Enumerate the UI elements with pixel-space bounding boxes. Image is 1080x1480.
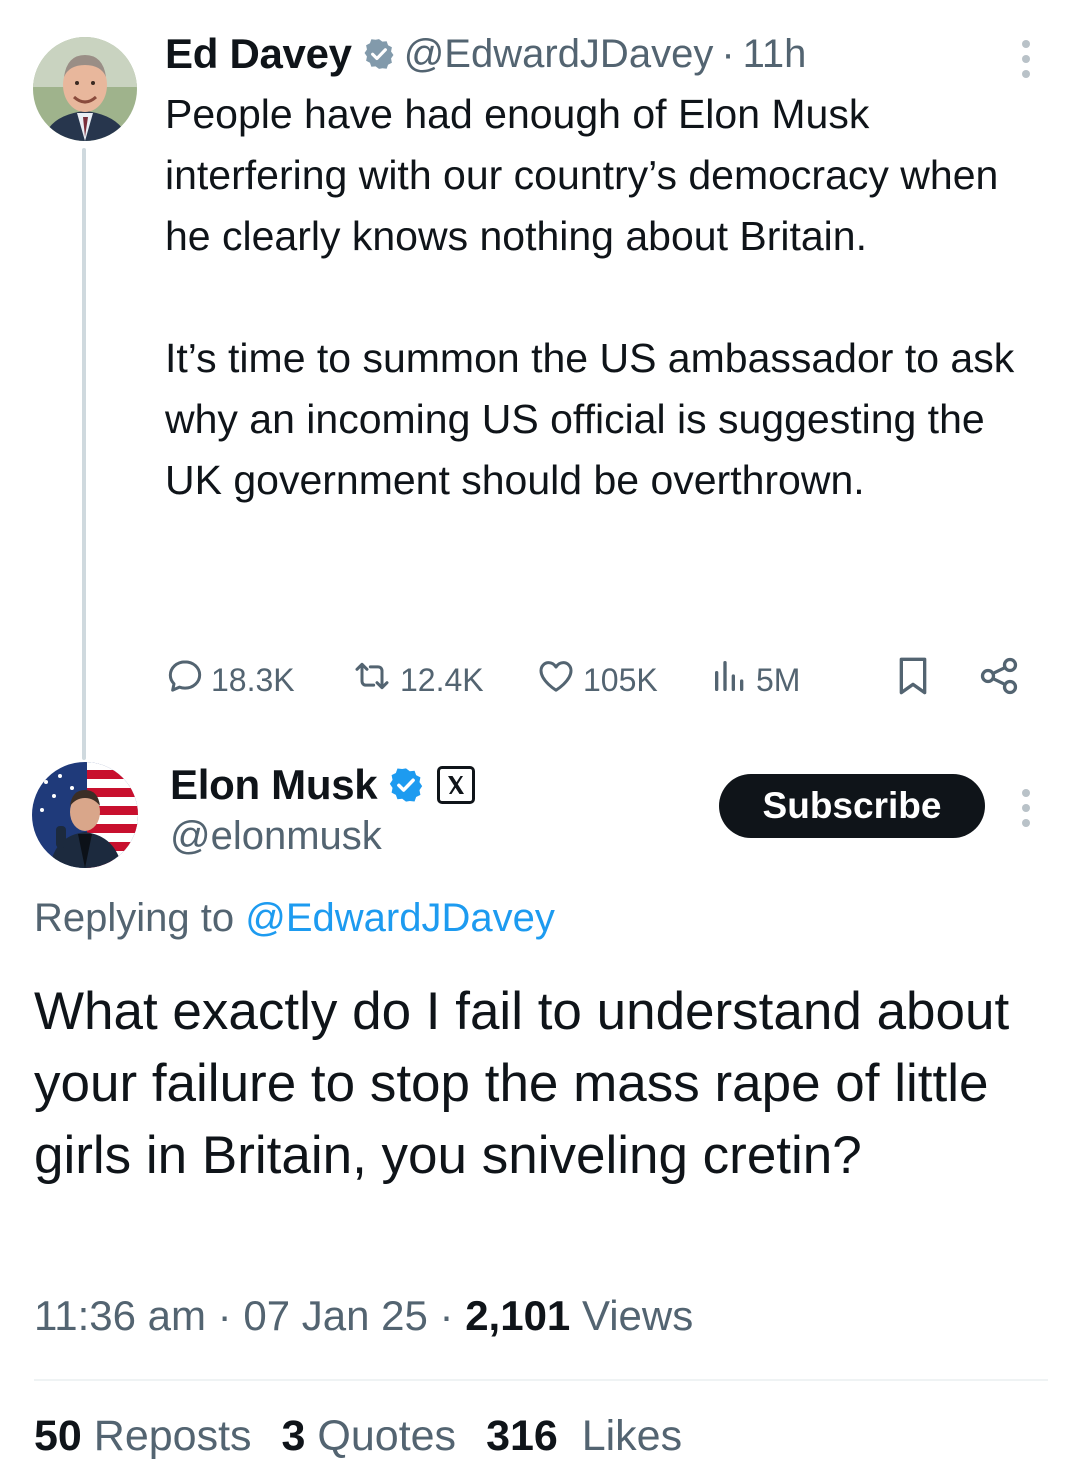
views-icon: [710, 656, 756, 704]
action-bar: 18.3K 12.4K 105K 5M: [165, 652, 1035, 708]
reply-count: 18.3K: [211, 661, 295, 698]
quotes-stat[interactable]: 3 Quotes: [282, 1412, 457, 1460]
views-label: Views: [581, 1292, 694, 1339]
replying-to: Replying to @EdwardJDavey: [34, 896, 555, 941]
reply-tweet-header: Elon Musk: [170, 758, 476, 812]
separator-dot: ·: [439, 1292, 454, 1339]
author-handle[interactable]: @elonmusk: [170, 814, 382, 859]
share-button[interactable]: [977, 652, 1027, 708]
reposts-stat[interactable]: 50 Reposts: [34, 1412, 252, 1460]
verified-badge-icon: [362, 37, 396, 71]
repost-icon: [350, 656, 400, 704]
replying-mention-link[interactable]: @EdwardJDavey: [245, 896, 555, 940]
reposts-count: 50: [34, 1412, 82, 1460]
separator-dot: ·: [217, 1292, 232, 1339]
more-icon[interactable]: [1020, 789, 1032, 827]
parent-tweet-text: People have had enough of Elon Musk inte…: [165, 91, 1015, 503]
share-icon: [977, 654, 1027, 706]
reposts-label: Reposts: [93, 1412, 252, 1460]
bookmark-button[interactable]: [893, 652, 939, 708]
avatar-ed-davey[interactable]: [33, 37, 137, 141]
reply-tweet-text: What exactly do I fail to understand abo…: [34, 982, 1010, 1185]
thread-line: [82, 148, 86, 760]
like-icon: [535, 656, 583, 704]
divider: [34, 1379, 1048, 1381]
subscribe-button[interactable]: Subscribe: [719, 774, 985, 838]
author-handle[interactable]: @EdwardJDavey: [404, 32, 714, 77]
avatar-elon-musk[interactable]: [32, 762, 138, 868]
like-button[interactable]: 105K: [535, 652, 658, 708]
author-name[interactable]: Elon Musk: [170, 761, 378, 809]
quotes-label: Quotes: [317, 1412, 457, 1460]
author-name[interactable]: Ed Davey: [165, 30, 352, 78]
x-logo-icon: [437, 766, 476, 804]
separator-dot: ·: [721, 31, 735, 76]
bookmark-icon: [893, 654, 939, 706]
likes-stat[interactable]: 316 Likes: [486, 1412, 682, 1460]
repost-count: 12.4K: [400, 661, 484, 698]
tweet-meta: 11:36 am · 07 Jan 25 · 2,101 Views: [34, 1292, 693, 1340]
likes-label: Likes: [581, 1412, 683, 1460]
verified-badge-icon: [387, 766, 425, 804]
like-count: 105K: [583, 661, 658, 698]
tweet-time[interactable]: 11:36 am: [34, 1292, 206, 1339]
views-count: 2,101: [465, 1292, 571, 1339]
tweet-date[interactable]: 07 Jan 25: [243, 1292, 428, 1339]
tweet-time[interactable]: 11h: [743, 32, 807, 77]
reply-button[interactable]: 18.3K: [165, 652, 295, 708]
engagement-stats: 50 Reposts 3 Quotes 316 Likes: [34, 1412, 682, 1461]
likes-count: 316: [486, 1412, 558, 1460]
more-icon[interactable]: [1020, 40, 1032, 78]
reply-icon: [165, 656, 211, 704]
repost-button[interactable]: 12.4K: [350, 652, 484, 708]
replying-prefix: Replying to: [34, 896, 235, 940]
parent-tweet-header: Ed Davey @EdwardJDavey · 11h: [165, 28, 806, 80]
views-count: 5M: [756, 661, 801, 698]
quotes-count: 3: [281, 1412, 306, 1460]
views-button[interactable]: 5M: [710, 652, 800, 708]
